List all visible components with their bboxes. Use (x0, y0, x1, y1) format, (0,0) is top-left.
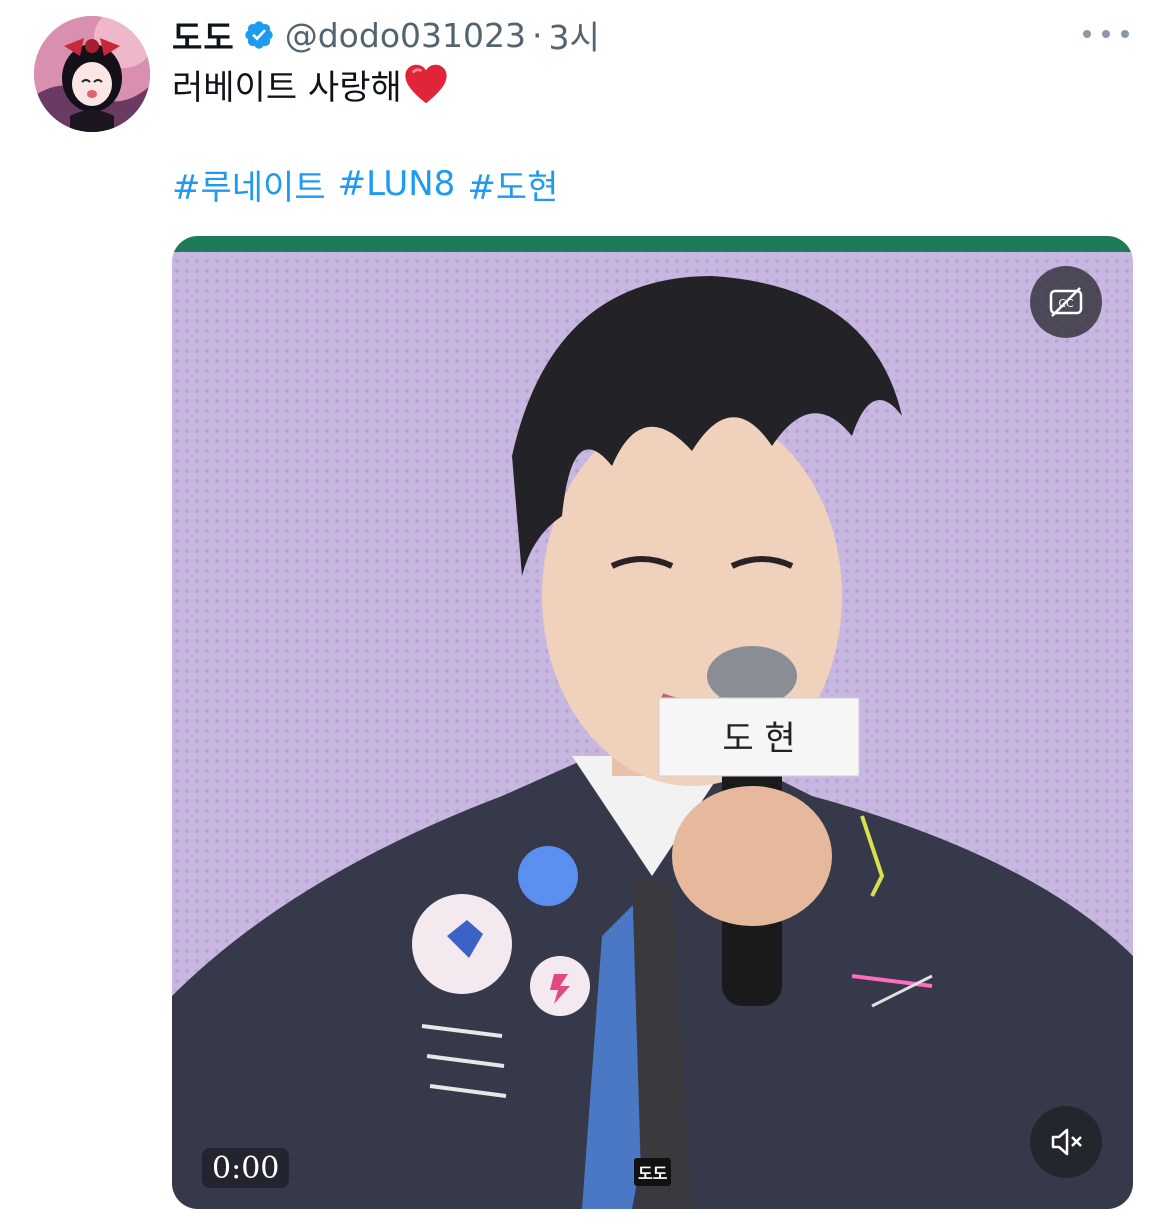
verified-badge-icon (245, 21, 273, 49)
separator-dot: · (531, 15, 543, 55)
captions-off-icon: CC (1049, 287, 1083, 317)
video-player[interactable]: 도 현 CC 0:00 도도 (172, 236, 1133, 1209)
hashtag-link[interactable]: #도현 (467, 160, 558, 209)
video-frame: 도 현 (172, 236, 1133, 1209)
tweet-text-content: 러베이트 사랑해 (172, 67, 402, 108)
display-name[interactable]: 도도 (172, 11, 235, 59)
hashtag-link[interactable]: #LUN8 (338, 164, 456, 204)
tweet-header: 도도 @dodo031023 · 3시 (172, 10, 600, 60)
user-handle[interactable]: @dodo031023 (285, 16, 526, 55)
more-dot (1121, 30, 1129, 38)
avatar-illustration (34, 16, 150, 132)
tweet-text: 러베이트 사랑해 (172, 60, 448, 108)
red-heart-icon (405, 64, 447, 104)
mic-name-card: 도 현 (722, 719, 795, 759)
video-timestamp: 0:00 (202, 1148, 290, 1188)
avatar[interactable] (34, 16, 150, 132)
more-dot (1083, 30, 1091, 38)
captions-button[interactable]: CC (1030, 266, 1102, 338)
hashtag-list: #루네이트 #LUN8 #도현 (172, 160, 570, 208)
video-watermark: 도도 (634, 1158, 672, 1186)
mute-button[interactable] (1030, 1106, 1102, 1178)
hashtag-link[interactable]: #루네이트 (172, 160, 326, 209)
more-dot (1102, 30, 1110, 38)
tweet: 도도 @dodo031023 · 3시 러베이트 사랑해 #루네이트 #LUN8… (0, 0, 1169, 1225)
tweet-time[interactable]: 3시 (548, 11, 599, 59)
volume-muted-icon (1051, 1128, 1082, 1156)
more-options-icon[interactable] (1083, 22, 1129, 46)
